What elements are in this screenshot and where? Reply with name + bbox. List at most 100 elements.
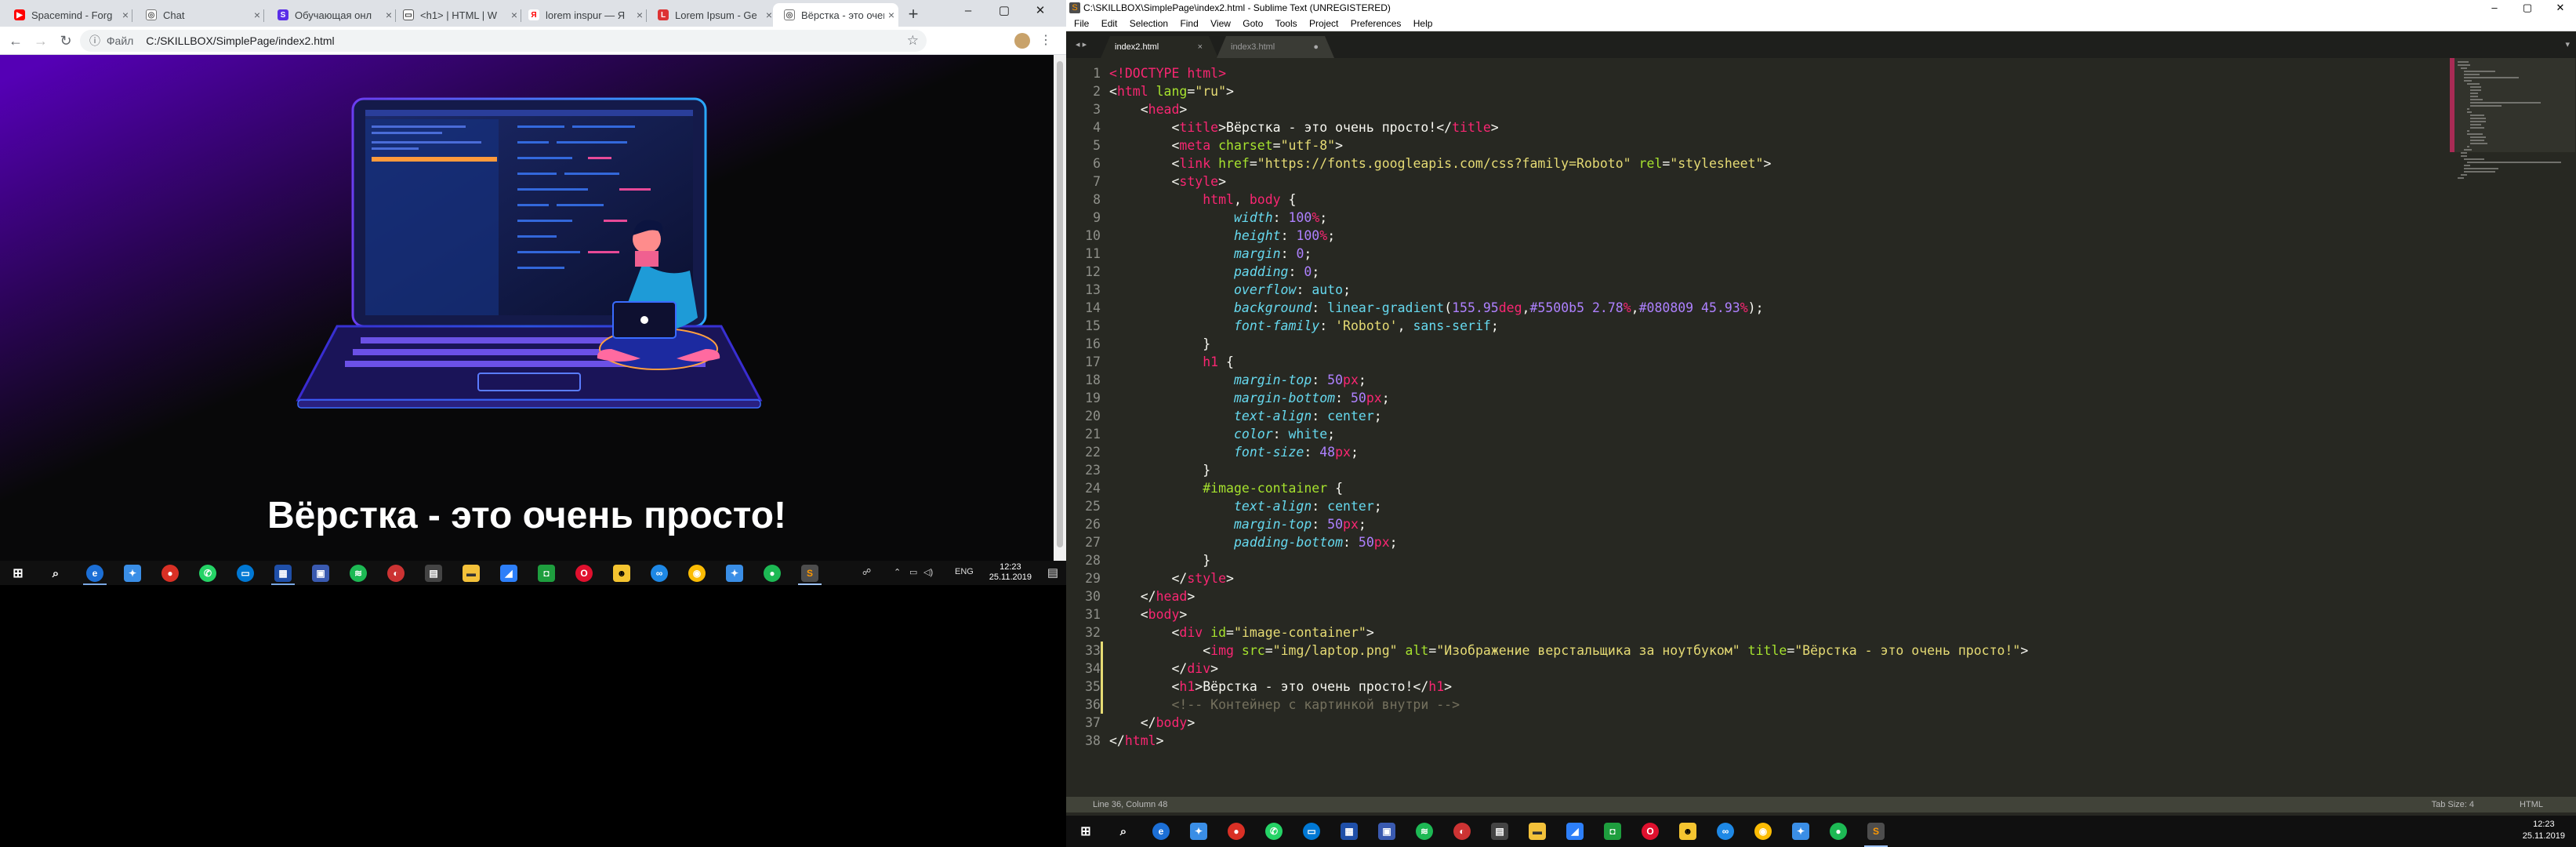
close-icon[interactable]: × [250,9,264,21]
app-green-icon[interactable]: ◘ [1604,823,1621,840]
code-line[interactable]: font-family: 'Roboto', sans-serif; [1109,317,1499,335]
app-blue-icon[interactable]: ▣ [1378,823,1395,840]
code-line[interactable]: </div> [1109,660,1218,678]
profile-avatar[interactable] [1014,33,1030,49]
close-icon[interactable]: × [633,9,647,21]
code-line[interactable]: </html> [1109,732,1164,750]
menu-file[interactable]: File [1074,18,1089,29]
whatsapp-icon[interactable]: ✆ [199,565,216,582]
code-line[interactable]: width: 100%; [1109,209,1327,227]
menu-edit[interactable]: Edit [1101,18,1118,29]
file-explorer-icon[interactable]: ▬ [463,565,480,582]
minimize-button[interactable]: – [2479,0,2510,16]
code-line[interactable]: } [1109,461,1210,479]
browser-tab[interactable]: ◎ Chat × [135,3,264,27]
editor-tab-active[interactable]: index2.html × [1101,36,1218,58]
menu-project[interactable]: Project [1309,18,1338,29]
code-line[interactable]: <title>Вёрстка - это очень просто!</titl… [1109,118,1498,136]
code-line[interactable]: font-size: 48px; [1109,443,1359,461]
browser-tab[interactable]: L Lorem Ipsum - Ge × [647,3,776,27]
code-line[interactable]: <h1>Вёрстка - это очень просто!</h1> [1109,678,1452,696]
code-line[interactable]: #image-container { [1109,479,1343,497]
code-line[interactable]: margin-top: 50px; [1109,371,1366,389]
app-infinity-icon[interactable]: ∞ [1717,823,1734,840]
app-wing-icon[interactable]: ◢ [500,565,517,582]
code-line[interactable]: color: white; [1109,425,1335,443]
keyboard-language[interactable]: ENG [955,567,974,576]
code-line[interactable]: <!-- Контейнер с картинкой внутри --> [1109,696,1460,714]
code-line[interactable]: <html lang="ru"> [1109,82,1234,100]
opera-icon[interactable]: O [1642,823,1659,840]
browser-tab[interactable]: ▶ Spacemind - Forg × [3,3,132,27]
close-icon[interactable]: × [118,9,132,21]
code-line[interactable]: html, body { [1109,191,1296,209]
code-line[interactable]: <head> [1109,100,1188,118]
menu-selection[interactable]: Selection [1130,18,1168,29]
app-tool-icon[interactable]: ✦ [1190,823,1207,840]
menu-tools[interactable]: Tools [1275,18,1297,29]
app-red-icon[interactable]: ● [1228,823,1245,840]
new-tab-button[interactable]: + [903,5,923,25]
close-icon[interactable]: ● [1313,36,1319,58]
spotify-icon[interactable]: ≋ [350,565,367,582]
code-line[interactable]: </style> [1109,569,1233,587]
bookmark-star-icon[interactable]: ☆ [907,30,919,52]
windows-start-icon[interactable]: ⊞ [1077,823,1094,840]
code-line[interactable]: </body> [1109,714,1195,732]
code-line[interactable]: padding: 0; [1109,263,1319,281]
menu-preferences[interactable]: Preferences [1351,18,1402,29]
app-blue-icon[interactable]: ▣ [312,565,329,582]
menu-help[interactable]: Help [1413,18,1433,29]
app-wing-icon[interactable]: ◢ [1566,823,1584,840]
code-line[interactable]: height: 100%; [1109,227,1335,245]
page-scrollbar[interactable] [1054,55,1066,561]
tab-size-selector[interactable]: Tab Size: 4 [2432,797,2474,812]
sublime-text-icon[interactable]: S [1867,823,1885,840]
code-line[interactable]: <!DOCTYPE html> [1109,64,1226,82]
calendar-app-icon[interactable]: ▦ [274,565,292,582]
maximize-button[interactable]: ▢ [2512,0,2543,16]
notification-icon[interactable]: ▤ [1047,565,1058,580]
app-green-circle-icon[interactable]: ● [764,565,781,582]
close-window-button[interactable]: ✕ [2545,0,2576,16]
menu-goto[interactable]: Goto [1243,18,1263,29]
code-line[interactable]: text-align: center; [1109,407,1382,425]
sublime-text-icon[interactable]: S [801,565,818,582]
app-yellow-icon[interactable]: ☻ [1679,823,1696,840]
close-window-button[interactable]: ✕ [1022,0,1058,24]
browser-tab[interactable]: ▭ <h1> | HTML | W × [392,3,521,27]
app-circle-icon[interactable]: ◐ [1453,823,1471,840]
code-line[interactable]: } [1109,335,1210,353]
edge-browser-icon[interactable]: e [1152,823,1170,840]
forward-button[interactable]: → [31,31,50,50]
reload-button[interactable]: ↻ [56,31,75,50]
people-icon[interactable]: ☍ [862,567,871,577]
scrollbar-thumb[interactable] [1057,61,1063,547]
code-line[interactable]: <meta charset="utf-8"> [1109,136,1343,154]
app-red-icon[interactable]: ● [161,565,179,582]
search-icon[interactable]: ⌕ [47,565,64,582]
address-bar[interactable]: ⓘ Файл C:/SKILLBOX/SimplePage/index2.htm… [80,30,927,52]
code-line[interactable]: </head> [1109,587,1195,605]
close-icon[interactable]: × [1198,36,1203,58]
whatsapp-icon[interactable]: ✆ [1265,823,1283,840]
code-line[interactable]: padding-bottom: 50px; [1109,533,1398,551]
code-line[interactable]: <img src="img/laptop.png" alt="Изображен… [1109,642,2028,660]
chrome-icon[interactable]: ◉ [1754,823,1772,840]
opera-icon[interactable]: O [575,565,593,582]
minimize-button[interactable]: – [950,0,986,24]
network-icon[interactable]: ▭ [909,567,917,577]
menu-find[interactable]: Find [1180,18,1198,29]
syntax-selector[interactable]: HTML [2520,797,2543,812]
minimap[interactable] [2450,58,2575,811]
app-tool-icon[interactable]: ✦ [726,565,743,582]
code-line[interactable]: margin: 0; [1109,245,1312,263]
spotify-icon[interactable]: ≋ [1416,823,1433,840]
chrome-icon[interactable]: ◉ [688,565,706,582]
app-tool-icon[interactable]: ✦ [1792,823,1809,840]
app-tool-icon[interactable]: ✦ [124,565,141,582]
tab-nav-arrows-icon[interactable]: ◂ ▸ [1076,39,1087,49]
edge-browser-icon[interactable]: e [86,565,103,582]
code-line[interactable]: <link href="https://fonts.googleapis.com… [1109,154,1771,173]
code-line[interactable]: text-align: center; [1109,497,1382,515]
